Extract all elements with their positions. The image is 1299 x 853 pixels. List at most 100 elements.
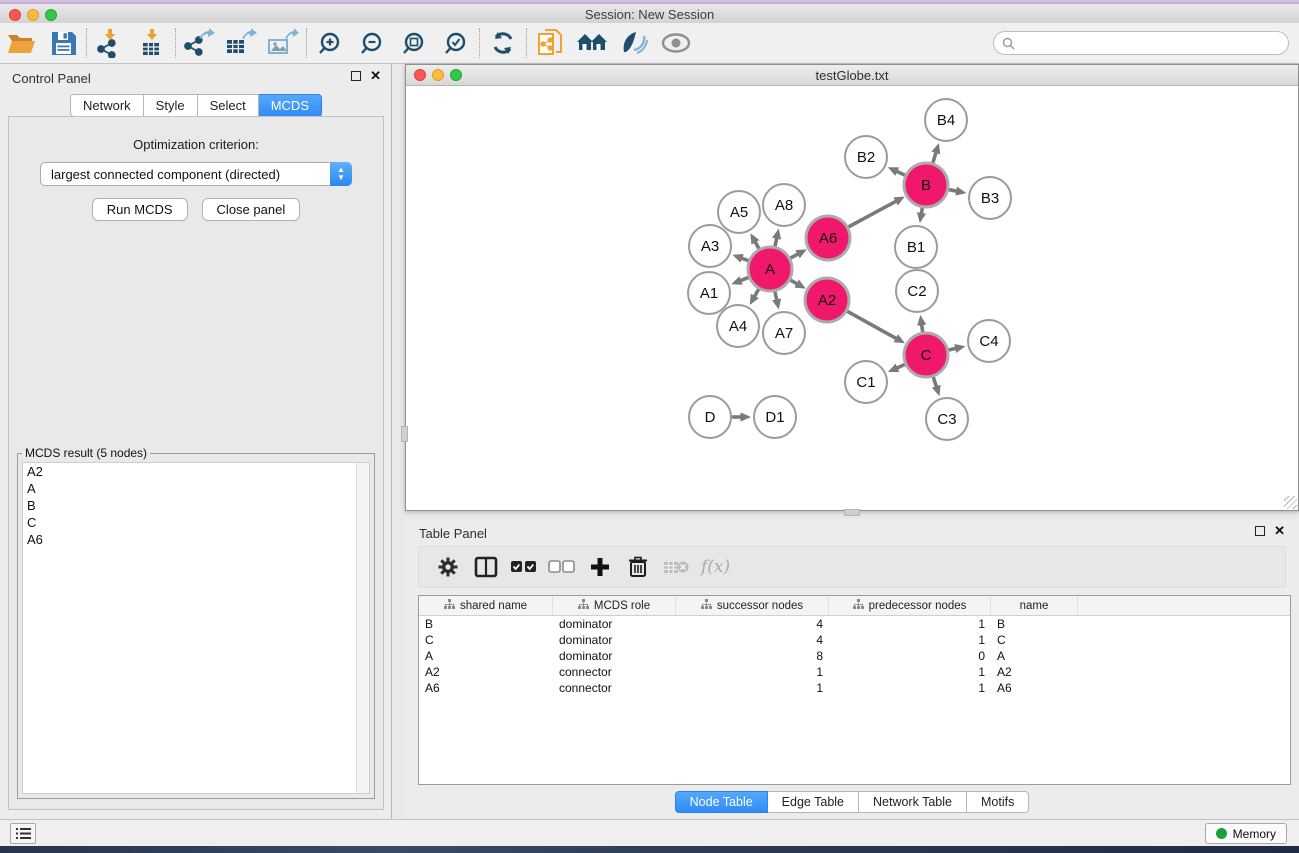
toggle-visual-style-icon[interactable] [613, 26, 655, 60]
tab-edge-table[interactable]: Edge Table [768, 791, 859, 813]
node-C4[interactable]: C4 [968, 320, 1010, 362]
tab-network-table[interactable]: Network Table [859, 791, 967, 813]
network-window-titlebar[interactable]: testGlobe.txt [406, 65, 1298, 86]
show-hide-icon[interactable] [655, 26, 697, 60]
node-B2[interactable]: B2 [845, 136, 887, 178]
table-row[interactable]: Adominator80A [419, 648, 1290, 664]
cell-shared_name[interactable]: A [419, 648, 553, 664]
node-A7[interactable]: A7 [763, 312, 805, 354]
tab-mcds[interactable]: MCDS [259, 94, 322, 117]
criterion-dropdown[interactable]: largest connected component (directed) ▲… [40, 162, 352, 186]
select-all-icon[interactable] [505, 550, 543, 584]
mcds-result-item[interactable]: C [23, 514, 369, 531]
tab-node-table[interactable]: Node Table [675, 791, 768, 813]
node-table[interactable]: shared nameMCDS rolesuccessor nodesprede… [418, 595, 1291, 785]
cell-mcds_role[interactable]: connector [553, 664, 676, 680]
column-layout-icon[interactable] [467, 550, 505, 584]
cell-successor_nodes[interactable]: 1 [676, 664, 829, 680]
node-A1[interactable]: A1 [688, 272, 730, 314]
node-B1[interactable]: B1 [895, 226, 937, 268]
table-row[interactable]: A6connector11A6 [419, 680, 1290, 696]
scrollbar[interactable] [356, 463, 369, 793]
mcds-result-item[interactable]: A6 [23, 531, 369, 548]
cell-predecessor_nodes[interactable]: 1 [829, 664, 991, 680]
column-header-shared-name[interactable]: shared name [419, 596, 553, 615]
cell-successor_nodes[interactable]: 4 [676, 616, 829, 632]
mcds-result-item[interactable]: A [23, 480, 369, 497]
cell-name[interactable]: B [991, 616, 1078, 632]
splitter-handle[interactable] [844, 509, 860, 516]
node-A3[interactable]: A3 [689, 225, 731, 267]
close-panel-button[interactable]: Close panel [202, 198, 301, 221]
node-C[interactable]: C [904, 333, 948, 377]
network-canvas[interactable]: B4B2BB3A8A5A6A3B1AC2A1A2A4A7C4CC1C3DD1 [406, 86, 1298, 510]
cell-name[interactable]: C [991, 632, 1078, 648]
zoom-fit-icon[interactable] [393, 26, 435, 60]
node-A4[interactable]: A4 [717, 305, 759, 347]
cell-predecessor_nodes[interactable]: 1 [829, 680, 991, 696]
cell-mcds_role[interactable]: dominator [553, 648, 676, 664]
resize-grip[interactable] [1284, 496, 1297, 509]
node-D[interactable]: D [689, 396, 731, 438]
import-table-icon[interactable] [131, 26, 173, 60]
cell-mcds_role[interactable]: connector [553, 680, 676, 696]
tab-network[interactable]: Network [70, 94, 144, 117]
float-panel-icon[interactable] [351, 71, 361, 81]
edge-B-B4[interactable] [933, 153, 937, 165]
cell-predecessor_nodes[interactable]: 0 [829, 648, 991, 664]
tab-motifs[interactable]: Motifs [967, 791, 1029, 813]
node-A6[interactable]: A6 [806, 216, 850, 260]
tab-select[interactable]: Select [198, 94, 259, 117]
open-session-icon[interactable] [0, 26, 42, 60]
column-header-name[interactable]: name [991, 596, 1078, 615]
node-C3[interactable]: C3 [926, 398, 968, 440]
refresh-icon[interactable] [482, 26, 524, 60]
memory-button[interactable]: Memory [1205, 823, 1287, 844]
copy-network-icon[interactable] [529, 26, 571, 60]
save-session-icon[interactable] [42, 26, 84, 60]
cell-successor_nodes[interactable]: 8 [676, 648, 829, 664]
zoom-selected-icon[interactable] [435, 26, 477, 60]
node-B3[interactable]: B3 [969, 177, 1011, 219]
table-row[interactable]: A2connector11A2 [419, 664, 1290, 680]
mcds-result-item[interactable]: A2 [23, 463, 369, 480]
node-D1[interactable]: D1 [754, 396, 796, 438]
run-mcds-button[interactable]: Run MCDS [92, 198, 188, 221]
import-network-icon[interactable] [89, 26, 131, 60]
node-A8[interactable]: A8 [763, 184, 805, 226]
task-history-button[interactable] [10, 823, 36, 844]
close-panel-icon[interactable]: ✕ [370, 71, 381, 81]
export-image-icon[interactable] [262, 26, 304, 60]
cell-name[interactable]: A6 [991, 680, 1078, 696]
cell-shared_name[interactable]: A6 [419, 680, 553, 696]
column-header-successor-nodes[interactable]: successor nodes [676, 596, 829, 615]
tab-style[interactable]: Style [144, 94, 198, 117]
mcds-result-item[interactable]: B [23, 497, 369, 514]
node-C2[interactable]: C2 [896, 270, 938, 312]
node-B[interactable]: B [904, 163, 948, 207]
search-box[interactable] [993, 31, 1289, 55]
edge-B-B2[interactable] [897, 171, 906, 175]
zoom-out-icon[interactable] [351, 26, 393, 60]
cell-successor_nodes[interactable]: 4 [676, 632, 829, 648]
node-A2[interactable]: A2 [805, 278, 849, 322]
node-B4[interactable]: B4 [925, 99, 967, 141]
node-A[interactable]: A [748, 247, 792, 291]
cell-mcds_role[interactable]: dominator [553, 632, 676, 648]
cell-mcds_role[interactable]: dominator [553, 616, 676, 632]
node-A5[interactable]: A5 [718, 191, 760, 233]
search-input[interactable] [1015, 33, 1288, 53]
zoom-in-icon[interactable] [309, 26, 351, 60]
mcds-result-list[interactable]: A2ABCA6 [22, 462, 370, 794]
export-network-icon[interactable] [178, 26, 220, 60]
edge-A6-B[interactable] [847, 201, 896, 227]
cell-name[interactable]: A2 [991, 664, 1078, 680]
column-header-predecessor-nodes[interactable]: predecessor nodes [829, 596, 991, 615]
cell-shared_name[interactable]: C [419, 632, 553, 648]
add-column-icon[interactable] [581, 550, 619, 584]
edge-A2-C[interactable] [846, 311, 896, 339]
close-panel-icon[interactable]: ✕ [1274, 526, 1285, 536]
cell-predecessor_nodes[interactable]: 1 [829, 632, 991, 648]
gear-icon[interactable] [429, 550, 467, 584]
table-row[interactable]: Bdominator41B [419, 616, 1290, 632]
